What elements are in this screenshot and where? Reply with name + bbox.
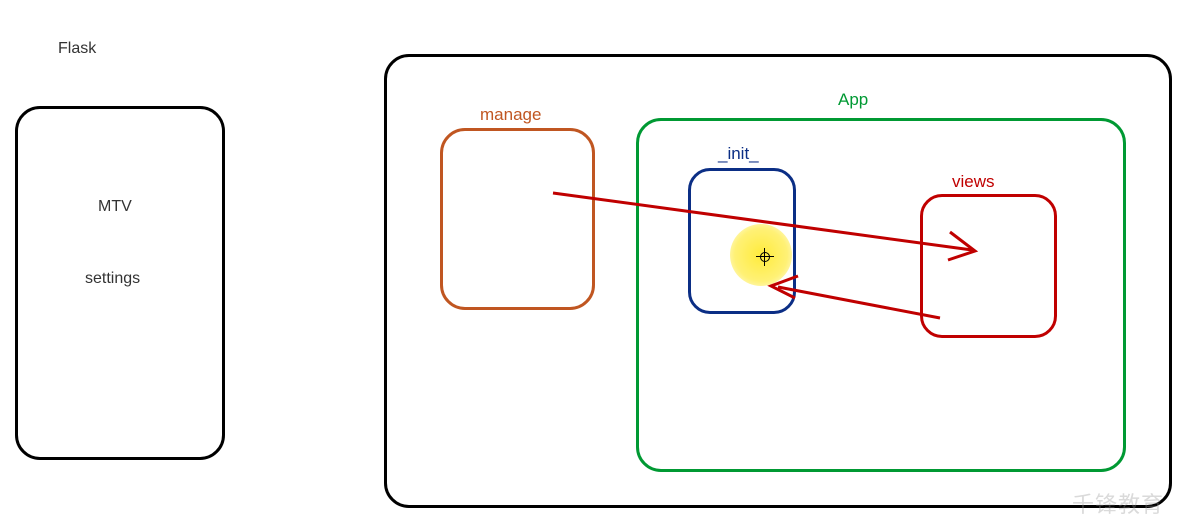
manage-box [440, 128, 595, 310]
app-label: App [838, 90, 868, 110]
manage-label: manage [480, 105, 541, 125]
cursor-target-circle [760, 252, 770, 262]
flask-title: Flask [58, 40, 96, 58]
views-label: views [952, 172, 995, 192]
views-box [920, 194, 1057, 338]
init-label: _init_ [718, 144, 759, 164]
settings-label: settings [85, 270, 140, 288]
watermark-text: 千锋教育 [1072, 487, 1164, 519]
mtv-label: MTV [98, 198, 132, 216]
